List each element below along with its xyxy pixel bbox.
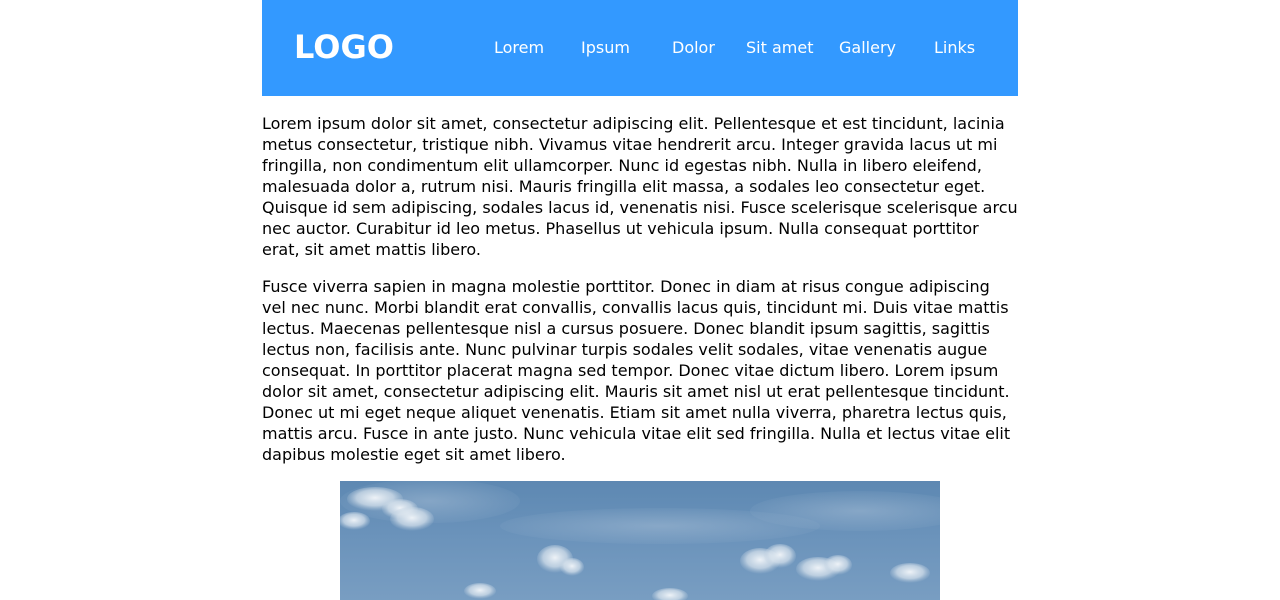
- site-header: LOGO Lorem Ipsum Dolor Sit amet Gallery …: [262, 0, 1018, 96]
- sky-clouds-image: [340, 481, 940, 600]
- nav-item-ipsum[interactable]: Ipsum: [581, 36, 630, 60]
- nav-item-links[interactable]: Links: [934, 36, 975, 60]
- main-nav: Lorem Ipsum Dolor Sit amet Gallery Links: [480, 36, 1000, 60]
- logo[interactable]: LOGO: [294, 27, 394, 67]
- nav-item-lorem[interactable]: Lorem: [494, 36, 544, 60]
- main-content: Lorem ipsum dolor sit amet, consectetur …: [262, 96, 1018, 600]
- nav-item-dolor[interactable]: Dolor: [672, 36, 715, 60]
- page: LOGO Lorem Ipsum Dolor Sit amet Gallery …: [262, 0, 1018, 600]
- sky-photo: [340, 481, 940, 600]
- content-paragraph: Fusce viverra sapien in magna molestie p…: [262, 277, 1011, 464]
- nav-item-gallery[interactable]: Gallery: [839, 36, 896, 60]
- nav-item-sit-amet[interactable]: Sit amet: [746, 36, 813, 60]
- content-paragraph: Lorem ipsum dolor sit amet, consectetur …: [262, 114, 1018, 259]
